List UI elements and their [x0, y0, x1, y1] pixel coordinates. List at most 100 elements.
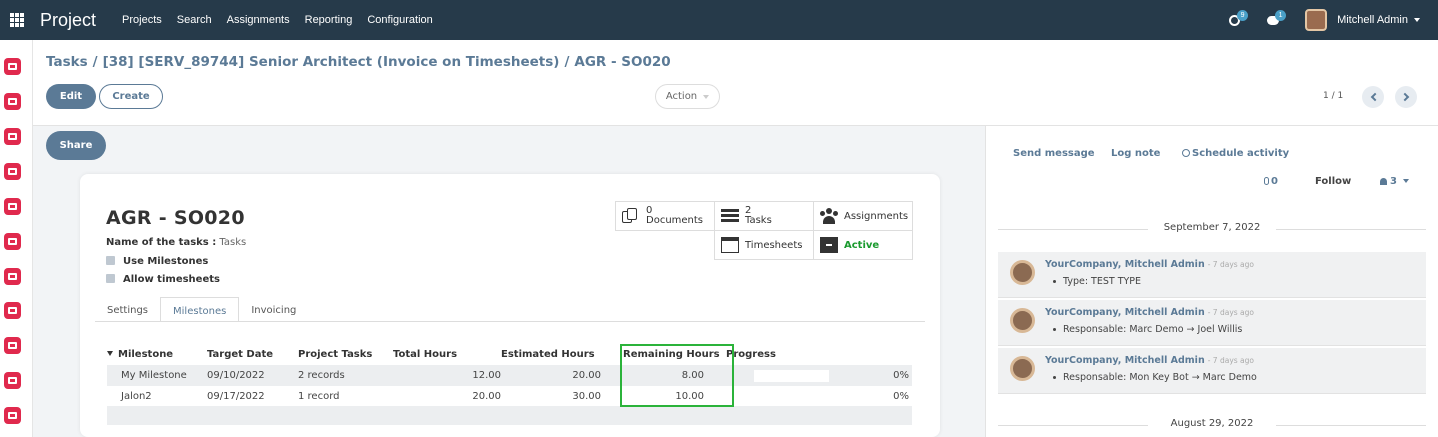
breadcrumb-project[interactable]: [38] [SERV_89744] Senior Architect (Invo… [103, 54, 560, 70]
name-of-tasks-value[interactable]: Tasks [219, 237, 246, 248]
menu-projects[interactable]: Projects [122, 14, 162, 26]
sales-app-icon[interactable] [4, 198, 21, 215]
app-title[interactable]: Project [40, 10, 96, 31]
estimated-hours-cell: 20.00 [501, 365, 601, 386]
message-author-line: YourCompany, Mitchell Admin - 7 days ago [1045, 259, 1254, 270]
followers-count: 3 [1390, 176, 1397, 187]
chevron-left-icon [1370, 92, 1379, 102]
menu-search[interactable]: Search [177, 14, 212, 26]
message-date: - 7 days ago [1207, 308, 1254, 317]
assignments-stat-button[interactable]: Assignments [813, 201, 913, 231]
user-avatar[interactable] [1305, 9, 1328, 31]
clock-icon [1182, 149, 1190, 157]
column-header-target-date[interactable]: Target Date [207, 344, 298, 365]
target-date-cell: 09/17/2022 [207, 391, 265, 402]
message-date: - 7 days ago [1207, 356, 1254, 365]
breadcrumb-tasks[interactable]: Tasks [46, 54, 88, 70]
manufacturing-app-icon[interactable] [4, 337, 21, 354]
progress-value: 0% [893, 370, 909, 381]
follow-button[interactable]: Follow [1315, 176, 1351, 187]
accounting-app-icon[interactable] [4, 372, 21, 389]
user-menu[interactable]: Mitchell Admin [1337, 14, 1420, 26]
timesheets-app-icon[interactable] [4, 407, 21, 424]
invoicing-app-icon[interactable] [4, 233, 21, 250]
author-avatar[interactable] [1010, 308, 1035, 333]
top-menu: Projects Search Assignments Reporting Co… [122, 14, 433, 26]
milestones-table: Milestone Target Date Project Tasks Tota… [107, 344, 912, 407]
pager-value[interactable]: 1 / 1 [1323, 91, 1343, 101]
use-milestones-checkbox[interactable] [106, 256, 115, 265]
message-body: Type: TEST TYPE [1052, 276, 1142, 287]
column-header-estimated-hours[interactable]: Estimated Hours [501, 344, 601, 365]
create-button[interactable]: Create [99, 84, 163, 109]
tasks-stat-button[interactable]: 2 Tasks [714, 201, 814, 231]
tab-invoicing[interactable]: Invoicing [239, 297, 308, 322]
date-separator: September 7, 2022 [998, 222, 1426, 236]
menu-reporting[interactable]: Reporting [305, 14, 353, 26]
pager-previous-button[interactable] [1362, 86, 1384, 108]
column-header-milestone[interactable]: Milestone [107, 344, 207, 365]
website-app-icon[interactable] [4, 268, 21, 285]
send-message-button[interactable]: Send message [1013, 148, 1095, 159]
messages-badge: 1 [1275, 10, 1287, 21]
activity-badge: 9 [1237, 10, 1249, 21]
sort-caret-icon [107, 351, 113, 356]
contacts-app-icon[interactable] [4, 128, 21, 145]
table-row[interactable]: Jalon2 09/17/2022 1 record 20.00 30.00 1… [107, 386, 912, 407]
allow-timesheets-checkbox[interactable] [106, 274, 115, 283]
attachments-button[interactable]: 0 [1264, 176, 1278, 187]
archive-icon [820, 237, 838, 253]
table-row[interactable]: My Milestone 09/10/2022 2 records 12.00 … [107, 365, 912, 386]
activity-clock-icon[interactable]: 9 [1229, 10, 1249, 26]
breadcrumb-separator: / [564, 54, 570, 70]
documents-icon [622, 208, 640, 224]
timesheets-stat-button[interactable]: Timesheets [714, 230, 814, 260]
user-icon [1380, 178, 1387, 185]
breadcrumb-current: AGR - SO020 [574, 54, 671, 70]
message-author[interactable]: YourCompany, Mitchell Admin [1045, 355, 1205, 366]
share-button[interactable]: Share [46, 131, 106, 160]
schedule-activity-button[interactable]: Schedule activity [1182, 148, 1289, 159]
calendar-app-icon[interactable] [4, 93, 21, 110]
column-header-project-tasks[interactable]: Project Tasks [298, 344, 393, 365]
inventory-app-icon[interactable] [4, 302, 21, 319]
action-dropdown[interactable]: Action [655, 84, 720, 109]
active-toggle-button[interactable]: Active [813, 230, 913, 260]
menu-configuration[interactable]: Configuration [367, 14, 432, 26]
author-avatar[interactable] [1010, 356, 1035, 381]
message-author[interactable]: YourCompany, Mitchell Admin [1045, 307, 1205, 318]
menu-assignments[interactable]: Assignments [227, 14, 290, 26]
log-note-button[interactable]: Log note [1111, 148, 1160, 159]
total-hours-cell: 12.00 [393, 365, 501, 386]
author-avatar[interactable] [1010, 260, 1035, 285]
active-label: Active [844, 239, 880, 251]
tab-milestones[interactable]: Milestones [160, 297, 240, 322]
allow-timesheets-field: Allow timesheets [106, 274, 220, 285]
followers-button[interactable]: 3 [1380, 176, 1409, 187]
documents-label: Documents [646, 215, 704, 226]
documents-stat-button[interactable]: 0 Documents [615, 201, 715, 231]
progress-cell: 0% [726, 365, 912, 386]
breadcrumb-separator: / [92, 54, 98, 70]
discuss-app-icon[interactable] [4, 58, 21, 75]
crm-app-icon[interactable] [4, 163, 21, 180]
record-title: AGR - SO020 [106, 207, 245, 229]
message-body: Responsable: Marc Demo → Joel Willis [1052, 324, 1243, 335]
milestone-cell: My Milestone [107, 365, 207, 386]
message-author[interactable]: YourCompany, Mitchell Admin [1045, 259, 1205, 270]
project-tasks-cell[interactable]: 2 records [298, 365, 393, 386]
edit-button[interactable]: Edit [46, 84, 96, 109]
project-tasks-cell[interactable]: 1 record [298, 386, 393, 407]
calendar-icon [721, 237, 739, 253]
pager-next-button[interactable] [1395, 86, 1417, 108]
apps-menu-icon[interactable] [0, 0, 33, 40]
estimated-hours-cell: 30.00 [572, 391, 601, 402]
messages-bubble-icon[interactable]: 1 [1267, 10, 1287, 26]
column-header-total-hours[interactable]: Total Hours [393, 344, 501, 365]
action-label: Action [665, 91, 698, 102]
column-header-progress[interactable]: Progress [726, 344, 912, 365]
app-rail [0, 0, 33, 437]
breadcrumb: Tasks / [38] [SERV_89744] Senior Architect… [46, 54, 671, 70]
divider [95, 321, 925, 322]
tab-settings[interactable]: Settings [95, 297, 160, 322]
